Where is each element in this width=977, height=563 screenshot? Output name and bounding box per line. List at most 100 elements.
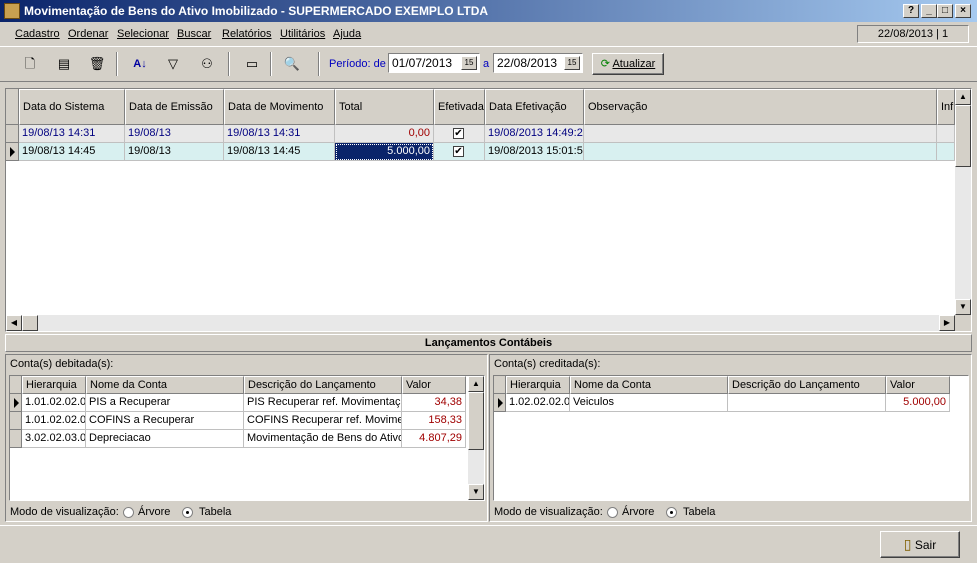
scroll-up-icon[interactable]: ▲ bbox=[468, 376, 484, 392]
table-cell[interactable]: PIS Recuperar ref. Movimentaçã bbox=[244, 394, 402, 412]
table-cell[interactable] bbox=[937, 143, 955, 161]
col-data-movimento[interactable]: Data de Movimento bbox=[224, 89, 335, 125]
date-to-input[interactable]: 22/08/2013 15 bbox=[493, 53, 583, 73]
table-cell[interactable]: 1.02.02.02.0 bbox=[506, 394, 570, 412]
col-observacao[interactable]: Observação bbox=[584, 89, 937, 125]
minimize-button[interactable]: _ bbox=[921, 4, 937, 18]
edit-doc-icon[interactable]: ▤ bbox=[52, 53, 76, 75]
date-from-input[interactable]: 01/07/2013 15 bbox=[388, 53, 480, 73]
table-cell[interactable]: 4.807,29 bbox=[402, 430, 466, 448]
new-doc-icon[interactable]: 🗋 bbox=[18, 53, 42, 75]
table-cell[interactable]: 19/08/2013 15:01:5 bbox=[485, 143, 584, 161]
table-cell[interactable]: 19/08/13 14:31 bbox=[224, 125, 335, 143]
col-inf[interactable]: Inf bbox=[937, 89, 955, 125]
horizontal-scrollbar[interactable]: ◀ ▶ bbox=[6, 315, 955, 331]
radio-arvore-label[interactable]: Árvore bbox=[622, 506, 654, 518]
table-cell[interactable]: COFINS a Recuperar bbox=[86, 412, 244, 430]
col-data-sistema[interactable]: Data do Sistema bbox=[19, 89, 125, 125]
table-cell[interactable]: Veiculos bbox=[570, 394, 728, 412]
sort-az-icon[interactable]: A↓ bbox=[128, 53, 152, 75]
table-cell[interactable]: 158,33 bbox=[402, 412, 466, 430]
table-cell[interactable]: 19/08/13 14:45 bbox=[19, 143, 125, 161]
menu-relatorios[interactable]: Relatórios bbox=[222, 28, 272, 40]
table-cell[interactable]: 19/08/13 bbox=[125, 143, 224, 161]
menu-cadastro[interactable]: Cadastro bbox=[15, 28, 60, 40]
table-cell[interactable]: 1.01.02.02.0 bbox=[22, 412, 86, 430]
radio-tabela-label[interactable]: Tabela bbox=[683, 506, 715, 518]
menu-utilitarios[interactable]: Utilitários bbox=[280, 28, 325, 40]
col-efetivada[interactable]: Efetivada bbox=[434, 89, 485, 125]
col-hierarquia[interactable]: Hierarquia bbox=[506, 376, 570, 394]
table-cell[interactable]: 5.000,00 bbox=[886, 394, 950, 412]
menu-selecionar[interactable]: Selecionar bbox=[117, 28, 169, 40]
filter-icon[interactable]: ▽ bbox=[161, 53, 185, 75]
radio-tabela[interactable] bbox=[182, 507, 193, 518]
atualizar-button[interactable]: ⟳ Atualizar bbox=[592, 53, 664, 75]
hscroll-thumb[interactable] bbox=[22, 315, 38, 331]
preview-icon[interactable]: 🔍 bbox=[280, 53, 304, 75]
table-cell[interactable] bbox=[937, 125, 955, 143]
table-cell[interactable]: 0,00 bbox=[335, 125, 434, 143]
credit-grid[interactable]: Hierarquia Nome da Conta Descrição do La… bbox=[493, 375, 969, 501]
col-hierarquia[interactable]: Hierarquia bbox=[22, 376, 86, 394]
calendar-icon[interactable]: 15 bbox=[461, 56, 477, 70]
help-button[interactable]: ? bbox=[903, 4, 919, 18]
table-cell[interactable] bbox=[584, 143, 937, 161]
debit-grid[interactable]: Hierarquia Nome da Conta Descrição do La… bbox=[9, 375, 485, 501]
vertical-scrollbar[interactable]: ▲ ▼ bbox=[468, 376, 484, 500]
col-data-emissao[interactable]: Data de Emissão bbox=[125, 89, 224, 125]
movements-grid[interactable]: Data do Sistema Data de Emissão Data de … bbox=[5, 88, 972, 332]
col-nome-conta[interactable]: Nome da Conta bbox=[570, 376, 728, 394]
radio-arvore[interactable] bbox=[123, 507, 134, 518]
table-cell[interactable] bbox=[728, 394, 886, 412]
table-cell[interactable]: PIS a Recuperar bbox=[86, 394, 244, 412]
table-cell[interactable]: ✔ bbox=[434, 143, 485, 161]
col-data-efetivacao[interactable]: Data Efetivação bbox=[485, 89, 584, 125]
table-cell[interactable]: 19/08/2013 14:49:2 bbox=[485, 125, 584, 143]
calendar-icon[interactable]: 15 bbox=[564, 56, 580, 70]
col-nome-conta[interactable]: Nome da Conta bbox=[86, 376, 244, 394]
binoculars-icon[interactable]: ⚇ bbox=[195, 53, 219, 75]
efetivada-checkbox[interactable]: ✔ bbox=[453, 128, 464, 139]
table-cell[interactable]: 34,38 bbox=[402, 394, 466, 412]
scroll-thumb[interactable] bbox=[468, 392, 484, 450]
table-cell[interactable]: 3.02.02.03.0 bbox=[22, 430, 86, 448]
scroll-left-icon[interactable]: ◀ bbox=[6, 315, 22, 331]
efetivada-checkbox[interactable]: ✔ bbox=[453, 146, 464, 157]
trash-icon[interactable]: 🗑 bbox=[85, 53, 109, 75]
menu-ordenar[interactable]: Ordenar bbox=[68, 28, 108, 40]
scroll-right-icon[interactable]: ▶ bbox=[939, 315, 955, 331]
radio-tabela-label[interactable]: Tabela bbox=[199, 506, 231, 518]
vertical-scrollbar[interactable]: ▲ ▼ bbox=[955, 89, 971, 315]
scroll-thumb[interactable] bbox=[955, 105, 971, 167]
table-cell[interactable]: ✔ bbox=[434, 125, 485, 143]
toolbar-separator bbox=[318, 52, 320, 76]
col-valor[interactable]: Valor bbox=[402, 376, 466, 394]
table-cell[interactable]: 19/08/13 bbox=[125, 125, 224, 143]
col-descricao[interactable]: Descrição do Lançamento bbox=[244, 376, 402, 394]
maximize-button[interactable]: □ bbox=[937, 4, 953, 18]
table-cell[interactable]: COFINS Recuperar ref. Movimer bbox=[244, 412, 402, 430]
close-button[interactable]: × bbox=[955, 4, 971, 18]
current-row-arrow-icon bbox=[10, 147, 15, 157]
scroll-down-icon[interactable]: ▼ bbox=[955, 299, 971, 315]
print-icon[interactable]: ▭ bbox=[240, 53, 264, 75]
menu-ajuda[interactable]: Ajuda bbox=[333, 28, 361, 40]
col-valor[interactable]: Valor bbox=[886, 376, 950, 394]
radio-arvore-label[interactable]: Árvore bbox=[138, 506, 170, 518]
radio-tabela[interactable] bbox=[666, 507, 677, 518]
table-cell[interactable]: Movimentação de Bens do Ativo bbox=[244, 430, 402, 448]
scroll-up-icon[interactable]: ▲ bbox=[955, 89, 971, 105]
table-cell[interactable]: 1.01.02.02.0 bbox=[22, 394, 86, 412]
menu-buscar[interactable]: Buscar bbox=[177, 28, 211, 40]
table-cell[interactable]: 19/08/13 14:45 bbox=[224, 143, 335, 161]
sair-button[interactable]: ▯ Sair bbox=[880, 531, 960, 558]
table-cell[interactable]: Depreciacao bbox=[86, 430, 244, 448]
table-cell[interactable] bbox=[584, 125, 937, 143]
radio-arvore[interactable] bbox=[607, 507, 618, 518]
col-total[interactable]: Total bbox=[335, 89, 434, 125]
table-cell[interactable]: 19/08/13 14:31 bbox=[19, 125, 125, 143]
scroll-down-icon[interactable]: ▼ bbox=[468, 484, 484, 500]
col-descricao[interactable]: Descrição do Lançamento bbox=[728, 376, 886, 394]
table-cell[interactable]: 5.000,00 bbox=[335, 143, 434, 161]
